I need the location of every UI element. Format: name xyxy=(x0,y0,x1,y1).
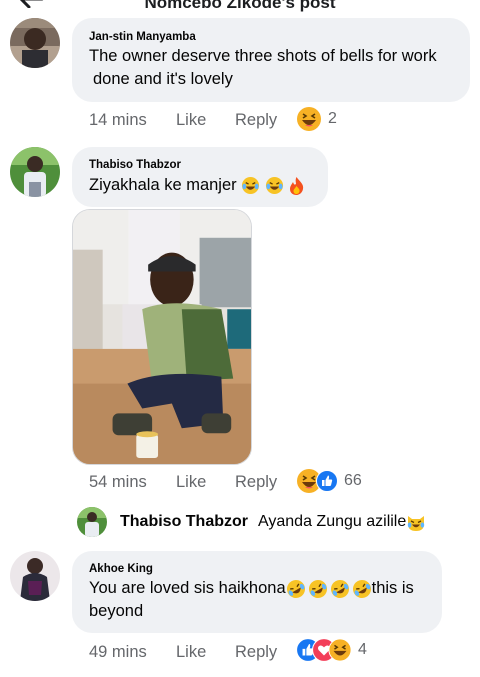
like-button[interactable]: Like xyxy=(176,111,206,130)
comment-photo[interactable] xyxy=(72,209,252,465)
reaction-count: 4 xyxy=(358,641,367,658)
comment-text: You are loved sis haikhona xyxy=(89,579,286,597)
rofl-emoji xyxy=(286,579,305,598)
comment-text-line: done and it's lovely xyxy=(93,70,233,88)
like-button[interactable]: Like xyxy=(176,473,206,492)
tears-of-joy-emoji xyxy=(242,177,260,195)
comment-text: this is xyxy=(371,579,414,597)
avatar[interactable] xyxy=(10,551,60,601)
haha-reaction-icon xyxy=(328,638,352,662)
page-title: Nomcebo Zikode's post xyxy=(144,0,336,12)
rofl-emoji xyxy=(308,579,327,598)
reply-button[interactable]: Reply xyxy=(235,643,277,662)
reply-author[interactable]: Thabiso Thabzor xyxy=(120,513,248,531)
avatar[interactable] xyxy=(10,18,60,68)
comment-author[interactable]: Jan-stin Manyamba xyxy=(89,31,196,43)
reply-button[interactable]: Reply xyxy=(235,111,277,130)
reply-preview[interactable]: Thabiso Thabzor Ayanda Zungu azilile xyxy=(77,505,426,539)
avatar xyxy=(77,507,107,537)
comment-text: Ziyakhala ke manjer xyxy=(89,176,237,194)
comment-time: 14 mins xyxy=(89,111,147,129)
comment-author[interactable]: Akhoe King xyxy=(89,563,153,575)
comment-text-line: You are loved sis haikhona this is xyxy=(89,577,414,600)
rofl-emoji xyxy=(352,579,371,598)
comment-text-line: Ziyakhala ke manjer xyxy=(89,174,305,197)
comment-time: 54 mins xyxy=(89,473,147,491)
comment-text-line: beyond xyxy=(89,602,144,620)
rofl-emoji xyxy=(330,579,349,598)
crying-laughing-cat-emoji xyxy=(408,516,425,531)
reaction-count: 66 xyxy=(344,472,362,489)
comment-time: 49 mins xyxy=(89,643,147,661)
haha-reaction-icon xyxy=(297,107,321,131)
reaction-summary[interactable]: 4 xyxy=(296,638,367,662)
comment-text-line: The owner deserve three shots of bells f… xyxy=(89,47,437,65)
like-reaction-icon xyxy=(316,470,338,492)
reply-button[interactable]: Reply xyxy=(235,473,277,492)
reaction-summary[interactable]: 2 xyxy=(296,106,337,132)
reaction-summary[interactable]: 66 xyxy=(296,468,362,494)
avatar[interactable] xyxy=(10,147,60,197)
reply-text: Ayanda Zungu azilile xyxy=(258,513,407,530)
comment-author[interactable]: Thabiso Thabzor xyxy=(89,159,181,171)
reaction-count: 2 xyxy=(328,110,337,127)
fire-emoji xyxy=(290,176,304,195)
like-button[interactable]: Like xyxy=(176,643,206,662)
tears-of-joy-emoji xyxy=(265,177,283,195)
